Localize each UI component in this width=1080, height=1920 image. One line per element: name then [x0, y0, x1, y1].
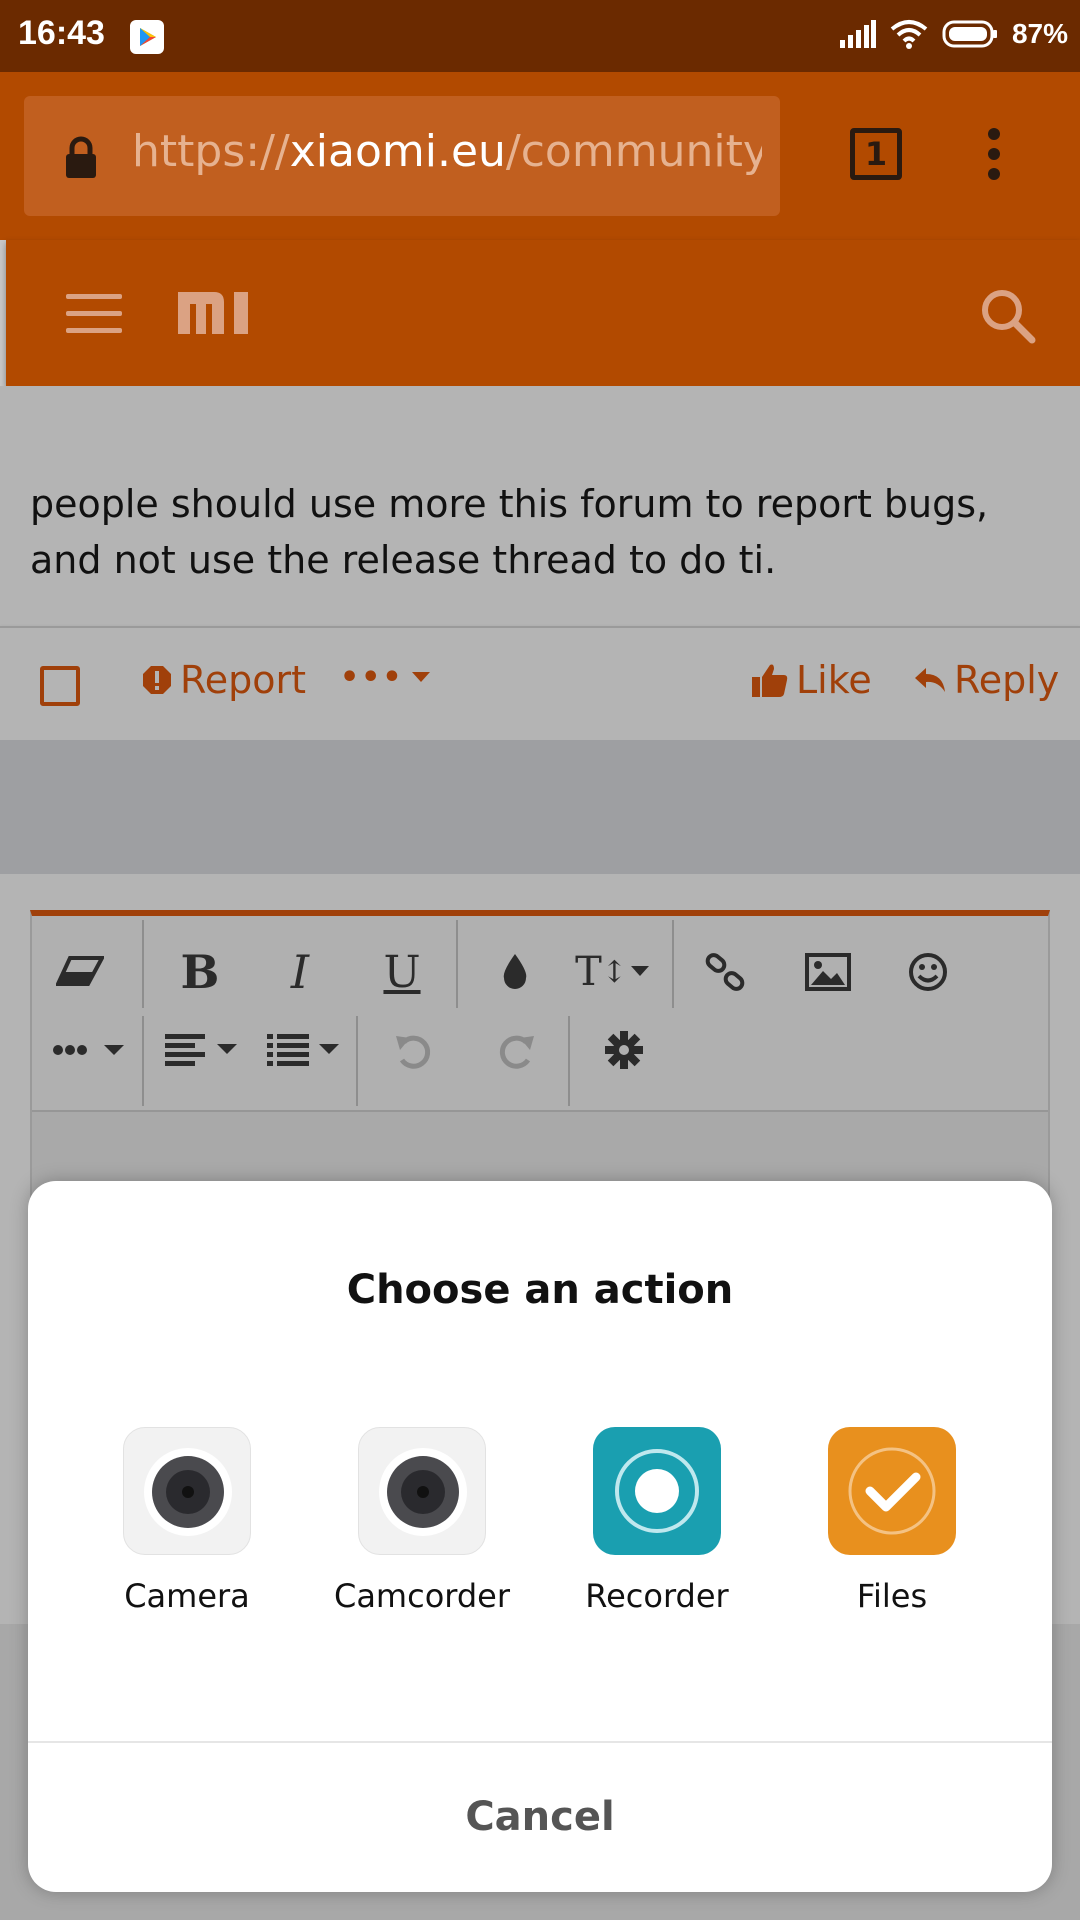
files-icon	[828, 1427, 956, 1555]
post-actions-bar: Report ••• Like Reply	[0, 626, 1080, 740]
eraser-icon[interactable]	[54, 946, 106, 998]
app-label: Recorder	[585, 1577, 729, 1615]
list-icon[interactable]	[264, 1024, 344, 1076]
browser-toolbar: https://xiaomi.eu/community/th 1	[0, 72, 1080, 240]
tab-switcher-button[interactable]: 1	[850, 128, 902, 180]
caret-down-icon	[411, 671, 430, 682]
lock-icon	[66, 136, 96, 178]
battery-percent: 87%	[1011, 18, 1068, 49]
hamburger-menu-icon[interactable]	[66, 294, 122, 345]
post-body: people should use more this forum to rep…	[30, 482, 989, 582]
redo-icon[interactable]	[490, 1026, 542, 1078]
underline-icon[interactable]: U	[374, 944, 430, 1000]
toolbar-divider	[142, 1016, 144, 1106]
text-color-icon[interactable]	[490, 946, 540, 998]
settings-gear-icon[interactable]	[598, 1024, 650, 1076]
font-size-icon[interactable]: T ↕	[572, 944, 652, 1000]
choose-action-dialog: Choose an action Camera Camcorder Record…	[28, 1181, 1052, 1892]
toolbar-divider	[672, 920, 674, 1008]
more-label: •••	[340, 660, 404, 695]
camcorder-icon	[358, 1427, 486, 1555]
address-bar[interactable]: https://xiaomi.eu/community/th	[24, 96, 780, 216]
emoji-icon[interactable]	[902, 946, 954, 998]
more-options-icon[interactable]	[50, 1026, 130, 1074]
url-path: /community/th	[505, 126, 762, 177]
like-button[interactable]: Like	[752, 658, 872, 702]
forum-post: people should use more this forum to rep…	[0, 386, 1080, 740]
camera-icon	[123, 1427, 251, 1555]
editor-toolbar: B I U T ↕	[32, 916, 1048, 1112]
app-option-recorder[interactable]: Recorder	[557, 1427, 757, 1615]
app-option-files[interactable]: Files	[792, 1427, 992, 1615]
italic-icon[interactable]: I	[272, 944, 328, 1000]
recorder-icon	[593, 1427, 721, 1555]
toolbar-divider	[356, 1016, 358, 1106]
section-gap	[0, 740, 1080, 874]
wifi-icon	[890, 20, 928, 49]
like-label: Like	[796, 658, 872, 702]
thumbs-up-icon	[752, 664, 788, 697]
overflow-menu-icon[interactable]	[988, 128, 1004, 188]
app-label: Camcorder	[333, 1577, 511, 1615]
signal-icon	[839, 20, 876, 48]
toolbar-divider	[568, 1016, 570, 1106]
app-label: Files	[856, 1577, 928, 1615]
reply-label: Reply	[954, 658, 1060, 702]
status-time: 16:43	[18, 14, 105, 52]
app-option-camcorder[interactable]: Camcorder	[322, 1427, 522, 1615]
toolbar-divider	[456, 920, 458, 1008]
align-icon[interactable]	[162, 1024, 242, 1076]
search-icon[interactable]	[978, 286, 1038, 346]
app-option-camera[interactable]: Camera	[87, 1427, 287, 1615]
url-domain: xiaomi.eu	[289, 126, 506, 177]
reply-button[interactable]: Reply	[914, 658, 1059, 702]
app-label: Camera	[124, 1577, 250, 1615]
battery-icon	[942, 20, 997, 48]
link-icon[interactable]	[700, 946, 752, 998]
toolbar-divider	[142, 920, 144, 1008]
cancel-button[interactable]: Cancel	[28, 1743, 1052, 1892]
status-icons: 87%	[839, 18, 1068, 50]
select-post-checkbox[interactable]	[40, 666, 80, 706]
warning-icon	[143, 666, 171, 694]
report-label: Report	[180, 658, 306, 702]
mi-logo[interactable]	[174, 288, 258, 334]
dialog-title: Choose an action	[346, 1267, 734, 1313]
site-header	[6, 240, 1080, 386]
url-scheme: https://	[132, 126, 290, 177]
play-store-notification-icon	[130, 20, 164, 54]
undo-icon[interactable]	[388, 1026, 440, 1078]
bold-icon[interactable]: B	[172, 944, 228, 1000]
image-icon[interactable]	[802, 946, 854, 998]
reply-icon	[915, 668, 945, 692]
url-text: https://xiaomi.eu/community/th	[132, 126, 762, 177]
more-actions-button[interactable]: •••	[340, 660, 430, 695]
status-bar: 16:43 87%	[0, 0, 1080, 72]
report-button[interactable]: Report	[142, 658, 306, 702]
